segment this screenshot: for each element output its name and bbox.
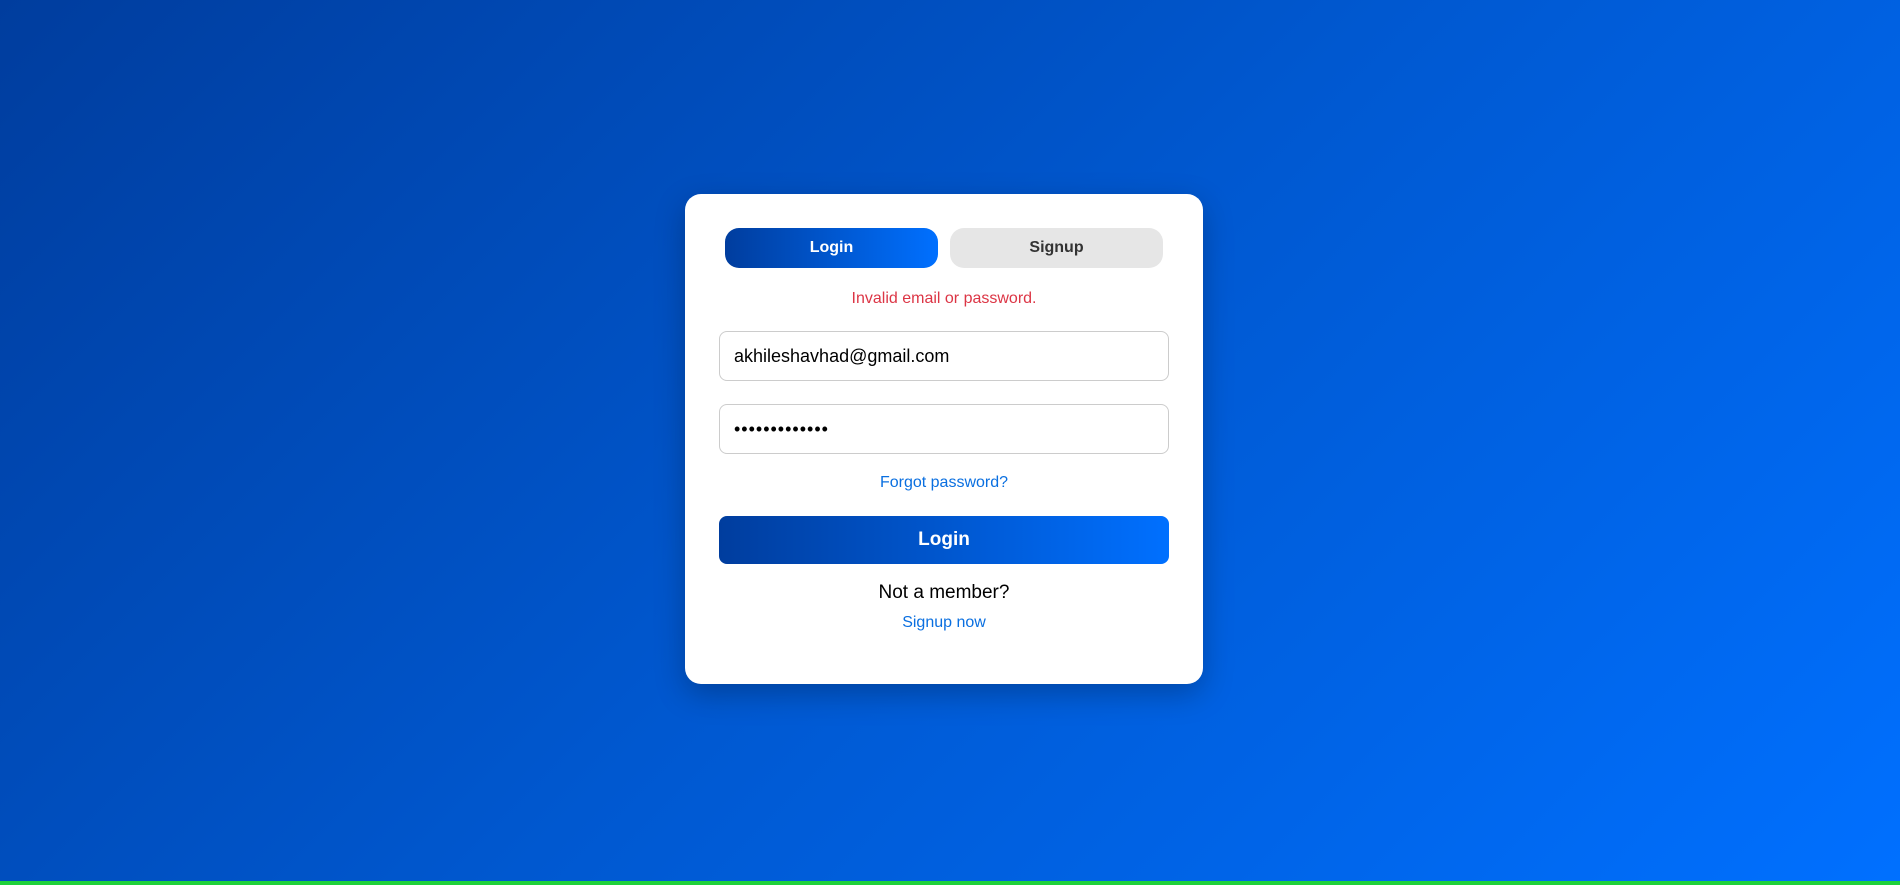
bottom-strip (0, 881, 1900, 885)
tab-signup[interactable]: Signup (950, 228, 1163, 268)
not-member-text: Not a member? (878, 582, 1010, 603)
login-page: Login Signup Invalid email or password. … (0, 0, 1900, 885)
tab-login[interactable]: Login (725, 228, 938, 268)
auth-card: Login Signup Invalid email or password. … (685, 194, 1203, 684)
signup-now-row: Signup now (685, 614, 1203, 632)
error-message: Invalid email or password. (851, 290, 1037, 307)
email-field[interactable] (719, 331, 1169, 381)
forgot-password-row: Forgot password? (685, 474, 1203, 492)
login-button[interactable]: Login (719, 516, 1169, 564)
password-field[interactable] (719, 404, 1169, 454)
forgot-password-link[interactable]: Forgot password? (880, 474, 1008, 491)
signup-now-link[interactable]: Signup now (902, 614, 986, 631)
